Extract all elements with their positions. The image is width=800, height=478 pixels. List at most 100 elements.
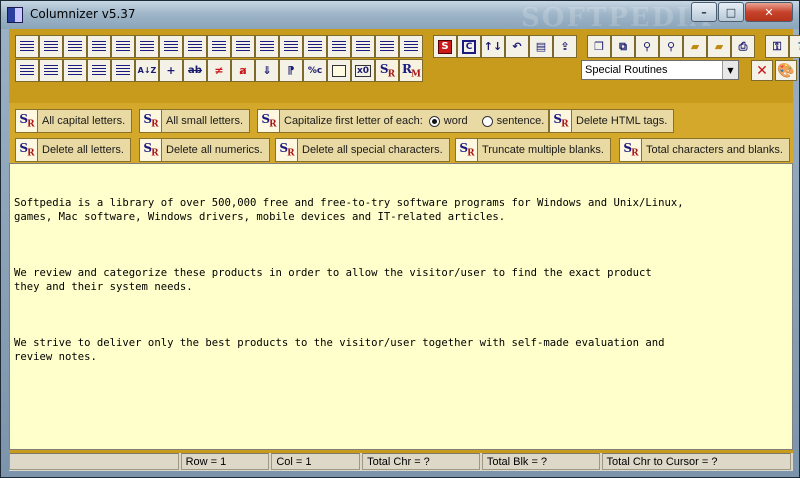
indent-decrease-icon[interactable]	[183, 35, 207, 58]
delete-letters-button[interactable]: SR Delete all letters.	[15, 138, 131, 162]
radio-word[interactable]: word	[428, 115, 468, 127]
special-routines-select[interactable]: Special Routines ▼	[581, 60, 739, 80]
text-indent-icon[interactable]	[39, 59, 63, 82]
delete-column-icon[interactable]	[375, 35, 399, 58]
text-unwrap-icon[interactable]	[327, 35, 351, 58]
editor-paragraph: Softpedia is a library of over 500,000 f…	[14, 197, 684, 223]
all-small-button[interactable]: SR All small letters.	[139, 109, 251, 133]
rm-icon[interactable]: RM	[399, 59, 423, 82]
all-capital-button[interactable]: SR All capital letters.	[15, 109, 133, 133]
help-icon[interactable]: ?	[789, 35, 800, 58]
copy-doc-icon[interactable]: ⧉	[611, 35, 635, 58]
radio-sentence-dot	[481, 115, 493, 127]
text-left-icon[interactable]	[279, 35, 303, 58]
delete-numerics-label: Delete all numerics.	[166, 144, 263, 156]
column-shift-icon[interactable]	[63, 35, 87, 58]
add-label: +	[166, 64, 176, 77]
total-chars-button[interactable]: SR Total characters and blanks.	[619, 138, 790, 162]
status-total-chr: Total Chr = ?	[362, 453, 480, 470]
special-s-button[interactable]: S	[433, 35, 457, 58]
palette-icon[interactable]: 🎨	[775, 60, 797, 81]
status-total-blk: Total Blk = ?	[481, 453, 600, 470]
sr-icon: SR	[140, 110, 162, 132]
x0-label: x0	[354, 64, 372, 77]
find-next-icon[interactable]: ⚲	[659, 35, 683, 58]
text-block-icon[interactable]	[87, 59, 111, 82]
chevron-down-icon[interactable]: ▼	[722, 61, 738, 79]
text-right-icon[interactable]	[255, 35, 279, 58]
special-c-label: C	[462, 39, 476, 54]
print-icon[interactable]: ⎙	[731, 35, 755, 58]
sr-icon[interactable]: SR	[375, 59, 399, 82]
close-button[interactable]: ✕	[745, 2, 793, 22]
justify-icon[interactable]	[207, 35, 231, 58]
delete-numerics-button[interactable]: SR Delete all numerics.	[139, 138, 270, 162]
minimize-button[interactable]: –	[691, 2, 717, 22]
text-slant-icon[interactable]	[63, 59, 87, 82]
strike-label: ab	[188, 65, 202, 76]
sr-icon: SR	[258, 110, 280, 132]
text-format-icon[interactable]	[399, 35, 423, 58]
insert-column-icon[interactable]	[351, 35, 375, 58]
down-arrow-icon[interactable]: ⇓	[255, 59, 279, 82]
folder-save-icon[interactable]: ▰	[707, 35, 731, 58]
key-icon[interactable]: ⚿	[765, 35, 789, 58]
capitalize-button[interactable]: SR Capitalize first letter of each: word…	[257, 109, 550, 133]
toolbar-separator	[423, 35, 433, 59]
radio-sentence[interactable]: sentence.	[481, 115, 544, 127]
column-left-icon[interactable]	[39, 35, 63, 58]
toolbar-row-1: S C ↑↓ ↶ ▤ ⇪ ❐ ⧉ ⚲ ⚲ ▰ ▰ ⎙ ⚿ ?	[15, 35, 800, 59]
special-c-button[interactable]: C	[457, 35, 481, 58]
app-icon	[7, 7, 23, 23]
export-icon[interactable]: ⇪	[553, 35, 577, 58]
column-merge-icon[interactable]	[135, 35, 159, 58]
sr-icon: SR	[16, 110, 38, 132]
folder-open-icon[interactable]: ▰	[683, 35, 707, 58]
status-blank	[9, 453, 179, 470]
delete-letters-label: Delete all letters.	[42, 144, 124, 156]
status-total-to-cursor: Total Chr to Cursor = ?	[601, 453, 792, 470]
add-button[interactable]: +	[159, 59, 183, 82]
text-block-alt-icon[interactable]	[111, 59, 135, 82]
text-wrap-icon[interactable]	[303, 35, 327, 58]
sr-icon: SR	[550, 110, 572, 132]
indent-increase-icon[interactable]	[159, 35, 183, 58]
sort-az-button[interactable]: A↓Z	[135, 59, 159, 82]
justify-full-icon[interactable]	[231, 35, 255, 58]
clear-icon[interactable]: ✕	[751, 60, 773, 81]
truncate-blanks-button[interactable]: SR Truncate multiple blanks.	[455, 138, 611, 162]
special-routines-value: Special Routines	[585, 64, 668, 76]
clipboard-paste-icon[interactable]: ▤	[529, 35, 553, 58]
total-chars-label: Total characters and blanks.	[646, 144, 783, 156]
text-justify-icon[interactable]	[15, 59, 39, 82]
strike-button[interactable]: ab	[183, 59, 207, 82]
client-area: S C ↑↓ ↶ ▤ ⇪ ❐ ⧉ ⚲ ⚲ ▰ ▰ ⎙ ⚿ ?	[9, 29, 800, 471]
column-center-icon[interactable]	[87, 35, 111, 58]
maximize-button[interactable]: □	[718, 2, 744, 22]
capitalize-label: Capitalize first letter of each:	[284, 115, 423, 127]
percent-button[interactable]: %c	[303, 59, 327, 82]
delete-chars-icon[interactable]: ≠	[207, 59, 231, 82]
find-icon[interactable]: ⚲	[635, 35, 659, 58]
title-bar[interactable]: Columnizer v5.37 SOFTPEDIA – □ ✕	[1, 1, 799, 33]
sort-az-label: A↓Z	[137, 66, 157, 75]
editor-paragraph: We strive to deliver only the best produ…	[14, 337, 665, 363]
toolbar-row-2: A↓Z + ab ≠ ⱥ ⇓ ⁋ %c x0 SR RM	[15, 59, 423, 83]
toolbar-separator	[577, 35, 587, 59]
undo-icon[interactable]: ↶	[505, 35, 529, 58]
toolbar-separator	[755, 35, 765, 59]
column-split-icon[interactable]	[111, 35, 135, 58]
percent-label: %c	[307, 65, 323, 76]
text-editor[interactable]: Softpedia is a library of over 500,000 f…	[9, 163, 793, 450]
blank-frame-icon[interactable]	[327, 59, 351, 82]
delete-html-button[interactable]: SR Delete HTML tags.	[549, 109, 675, 133]
strike-alt-icon[interactable]: ⱥ	[231, 59, 255, 82]
format-icon[interactable]: ⁋	[279, 59, 303, 82]
page-icon[interactable]: ❐	[587, 35, 611, 58]
all-small-label: All small letters.	[166, 115, 244, 127]
x0-button[interactable]: x0	[351, 59, 375, 82]
delete-special-button[interactable]: SR Delete all special characters.	[275, 138, 450, 162]
align-columns-icon[interactable]	[15, 35, 39, 58]
sort-icon[interactable]: ↑↓	[481, 35, 505, 58]
editor-paragraph: We review and categorize these products …	[14, 267, 652, 293]
